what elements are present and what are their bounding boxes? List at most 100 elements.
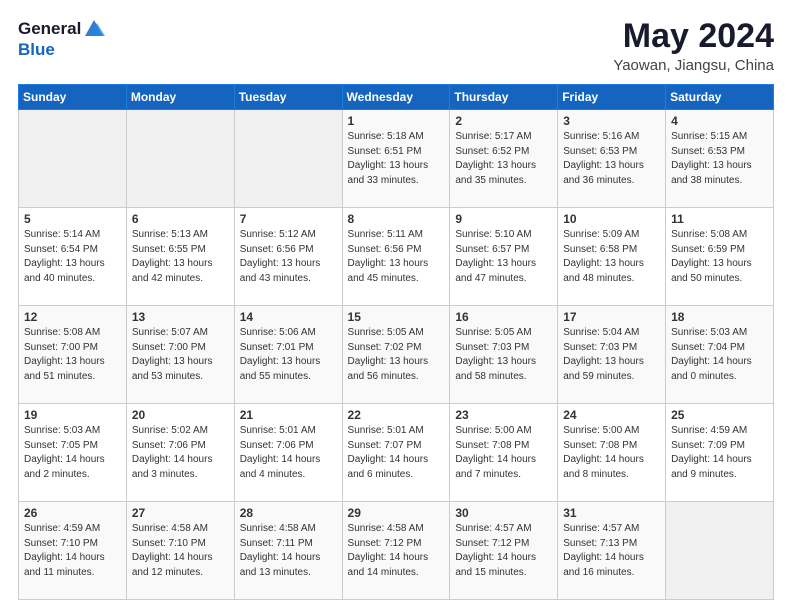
day-number: 20 [132,408,229,422]
table-row: 26 Sunrise: 4:59 AMSunset: 7:10 PMDayligh… [19,502,127,600]
day-number: 6 [132,212,229,226]
cell-content: Sunrise: 5:02 AMSunset: 7:06 PMDaylight:… [132,424,229,482]
cell-content: Sunrise: 5:16 AMSunset: 6:53 PMDaylight:… [563,130,660,188]
table-row [126,110,234,208]
day-number: 31 [563,506,660,520]
day-number: 15 [348,310,445,324]
table-row: 13 Sunrise: 5:07 AMSunset: 7:00 PMDayligh… [126,306,234,404]
table-row: 29 Sunrise: 4:58 AMSunset: 7:12 PMDayligh… [342,502,450,600]
logo: General Blue [18,18,105,60]
logo-blue: Blue [18,40,105,60]
cell-content: Sunrise: 5:18 AMSunset: 6:51 PMDaylight:… [348,130,445,188]
cell-content: Sunrise: 5:05 AMSunset: 7:03 PMDaylight:… [455,326,552,384]
day-number: 26 [24,506,121,520]
day-number: 8 [348,212,445,226]
col-thursday: Thursday [450,85,558,110]
cell-content: Sunrise: 5:00 AMSunset: 7:08 PMDaylight:… [455,424,552,482]
calendar-week-1: 1 Sunrise: 5:18 AMSunset: 6:51 PMDaylight… [19,110,774,208]
cell-content: Sunrise: 5:01 AMSunset: 7:06 PMDaylight:… [240,424,337,482]
cell-content: Sunrise: 4:57 AMSunset: 7:13 PMDaylight:… [563,522,660,580]
cell-content: Sunrise: 5:09 AMSunset: 6:58 PMDaylight:… [563,228,660,286]
page: General Blue May 2024 Yaowan, Jiangsu, C… [0,0,792,612]
cell-content: Sunrise: 5:10 AMSunset: 6:57 PMDaylight:… [455,228,552,286]
cell-content: Sunrise: 5:11 AMSunset: 6:56 PMDaylight:… [348,228,445,286]
table-row [666,502,774,600]
calendar-table: Sunday Monday Tuesday Wednesday Thursday… [18,84,774,600]
day-number: 25 [671,408,768,422]
table-row: 6 Sunrise: 5:13 AMSunset: 6:55 PMDaylight… [126,208,234,306]
table-row: 7Sunrise: 5:12 AMSunset: 6:56 PMDaylight… [234,208,342,306]
cell-content: Sunrise: 5:15 AMSunset: 6:53 PMDaylight:… [671,130,768,188]
cell-content: Sunrise: 5:07 AMSunset: 7:00 PMDaylight:… [132,326,229,384]
table-row: 24Sunrise: 5:00 AMSunset: 7:08 PMDayligh… [558,404,666,502]
cell-content: Sunrise: 5:14 AMSunset: 6:54 PMDaylight:… [24,228,121,286]
title-block: May 2024 Yaowan, Jiangsu, China [613,18,774,74]
cell-content: Sunrise: 5:00 AMSunset: 7:08 PMDaylight:… [563,424,660,482]
cell-content: Sunrise: 5:08 AMSunset: 7:00 PMDaylight:… [24,326,121,384]
main-title: May 2024 [613,18,774,55]
col-monday: Monday [126,85,234,110]
col-tuesday: Tuesday [234,85,342,110]
logo-icon [83,18,105,40]
cell-content: Sunrise: 4:58 AMSunset: 7:10 PMDaylight:… [132,522,229,580]
table-row: 15Sunrise: 5:05 AMSunset: 7:02 PMDayligh… [342,306,450,404]
table-row [234,110,342,208]
cell-content: Sunrise: 4:59 AMSunset: 7:09 PMDaylight:… [671,424,768,482]
cell-content: Sunrise: 5:12 AMSunset: 6:56 PMDaylight:… [240,228,337,286]
day-number: 21 [240,408,337,422]
day-number: 3 [563,114,660,128]
day-number: 13 [132,310,229,324]
table-row: 2 Sunrise: 5:17 AMSunset: 6:52 PMDaylight… [450,110,558,208]
cell-content: Sunrise: 5:17 AMSunset: 6:52 PMDaylight:… [455,130,552,188]
subtitle: Yaowan, Jiangsu, China [613,57,774,74]
table-row: 3 Sunrise: 5:16 AMSunset: 6:53 PMDaylight… [558,110,666,208]
day-number: 28 [240,506,337,520]
day-number: 29 [348,506,445,520]
table-row: 17 Sunrise: 5:04 AMSunset: 7:03 PMDayligh… [558,306,666,404]
table-row: 22Sunrise: 5:01 AMSunset: 7:07 PMDayligh… [342,404,450,502]
cell-content: Sunrise: 4:59 AMSunset: 7:10 PMDaylight:… [24,522,121,580]
day-number: 12 [24,310,121,324]
col-friday: Friday [558,85,666,110]
logo-general: General [18,19,81,39]
cell-content: Sunrise: 4:58 AMSunset: 7:11 PMDaylight:… [240,522,337,580]
day-number: 11 [671,212,768,226]
table-row: 14Sunrise: 5:06 AMSunset: 7:01 PMDayligh… [234,306,342,404]
table-row: 28 Sunrise: 4:58 AMSunset: 7:11 PMDayligh… [234,502,342,600]
cell-content: Sunrise: 5:03 AMSunset: 7:05 PMDaylight:… [24,424,121,482]
table-row: 12 Sunrise: 5:08 AMSunset: 7:00 PMDayligh… [19,306,127,404]
calendar-week-5: 26 Sunrise: 4:59 AMSunset: 7:10 PMDayligh… [19,502,774,600]
day-number: 1 [348,114,445,128]
table-row: 25 Sunrise: 4:59 AMSunset: 7:09 PMDayligh… [666,404,774,502]
calendar-week-4: 19 Sunrise: 5:03 AMSunset: 7:05 PMDayligh… [19,404,774,502]
cell-content: Sunrise: 5:04 AMSunset: 7:03 PMDaylight:… [563,326,660,384]
col-wednesday: Wednesday [342,85,450,110]
day-number: 30 [455,506,552,520]
header: General Blue May 2024 Yaowan, Jiangsu, C… [18,18,774,74]
day-number: 22 [348,408,445,422]
day-number: 18 [671,310,768,324]
table-row: 1 Sunrise: 5:18 AMSunset: 6:51 PMDaylight… [342,110,450,208]
day-number: 5 [24,212,121,226]
day-number: 9 [455,212,552,226]
day-number: 10 [563,212,660,226]
day-number: 17 [563,310,660,324]
table-row: 11 Sunrise: 5:08 AMSunset: 6:59 PMDayligh… [666,208,774,306]
cell-content: Sunrise: 5:13 AMSunset: 6:55 PMDaylight:… [132,228,229,286]
header-row: Sunday Monday Tuesday Wednesday Thursday… [19,85,774,110]
table-row: 4Sunrise: 5:15 AMSunset: 6:53 PMDaylight… [666,110,774,208]
table-row: 21 Sunrise: 5:01 AMSunset: 7:06 PMDayligh… [234,404,342,502]
day-number: 2 [455,114,552,128]
calendar-week-2: 5 Sunrise: 5:14 AMSunset: 6:54 PMDaylight… [19,208,774,306]
day-number: 19 [24,408,121,422]
cell-content: Sunrise: 5:08 AMSunset: 6:59 PMDaylight:… [671,228,768,286]
cell-content: Sunrise: 4:58 AMSunset: 7:12 PMDaylight:… [348,522,445,580]
table-row: 5 Sunrise: 5:14 AMSunset: 6:54 PMDaylight… [19,208,127,306]
col-sunday: Sunday [19,85,127,110]
table-row: 18Sunrise: 5:03 AMSunset: 7:04 PMDayligh… [666,306,774,404]
table-row [19,110,127,208]
table-row: 10 Sunrise: 5:09 AMSunset: 6:58 PMDayligh… [558,208,666,306]
col-saturday: Saturday [666,85,774,110]
table-row: 31 Sunrise: 4:57 AMSunset: 7:13 PMDayligh… [558,502,666,600]
day-number: 27 [132,506,229,520]
